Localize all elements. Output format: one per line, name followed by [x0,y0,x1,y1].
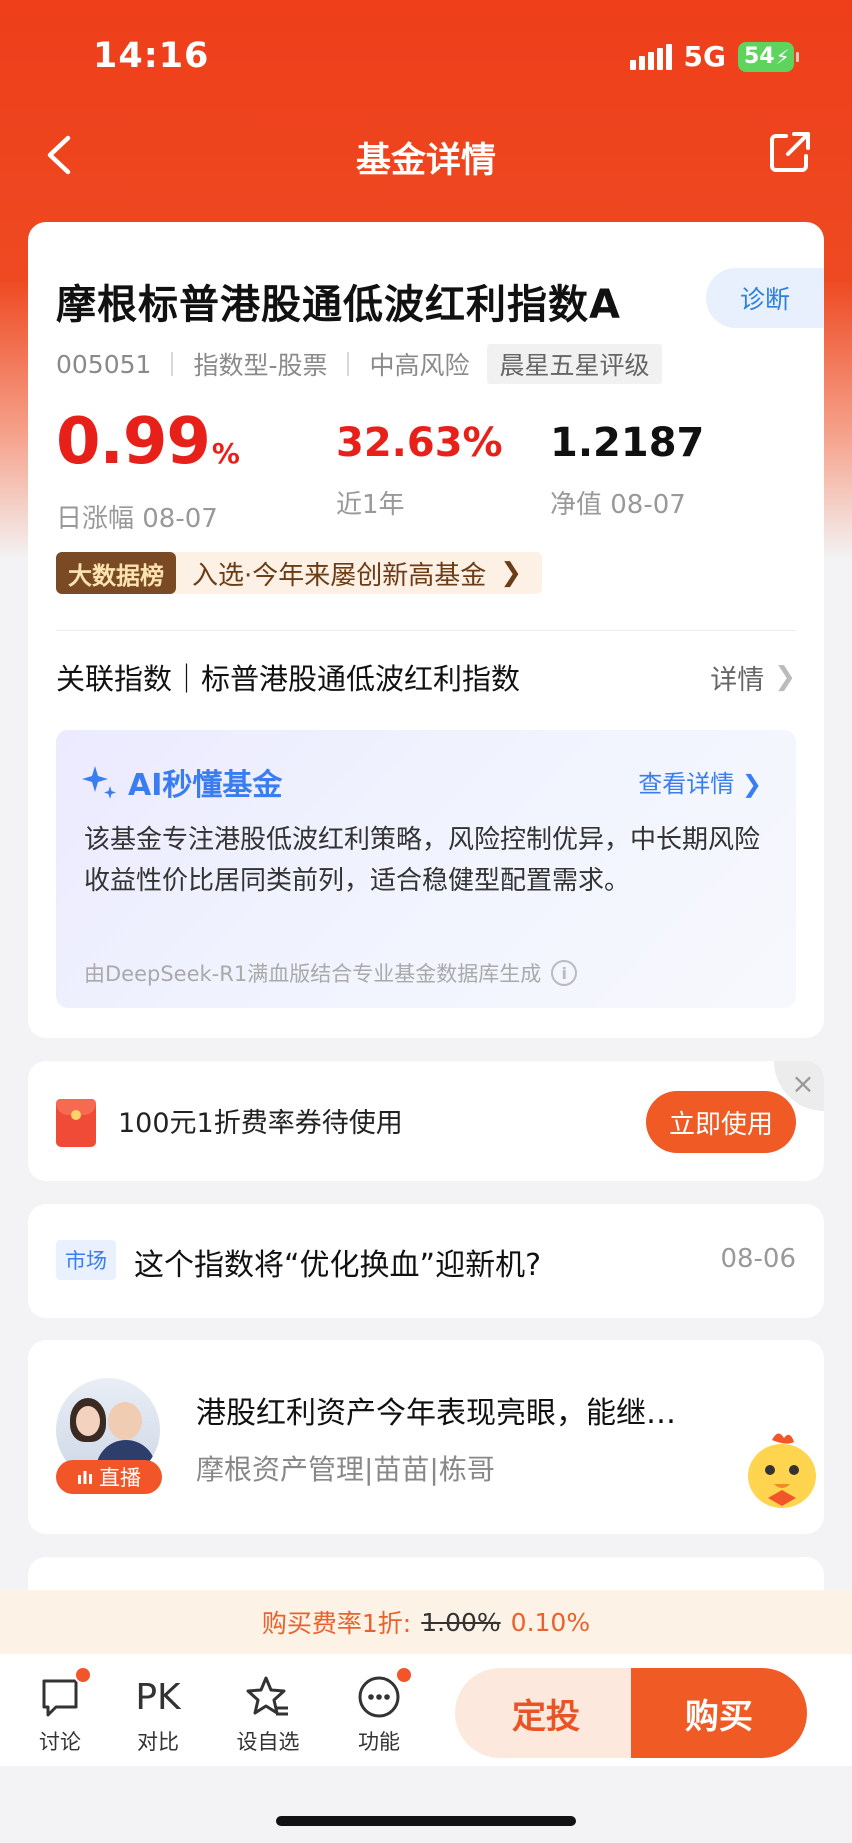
ai-view-details-label: 查看详情 [638,770,735,798]
live-badge-label: 直播 [99,1466,141,1490]
divider [347,352,350,376]
news-card[interactable]: 市场 这个指数将“优化换血”迎新机? 08-06 [28,1204,824,1318]
new-fee-rate: 0.10% [510,1607,591,1637]
fund-code: 005051 [56,349,152,379]
functions-button[interactable]: 功能 [339,1666,419,1756]
ai-header: AI秒懂基金 [80,760,282,804]
live-bars-icon [78,1471,92,1484]
nav-label: 净值 08-07 [550,490,686,520]
one-year-label: 近1年 [336,490,405,520]
ai-footnote: 由DeepSeek-R1满血版结合专业基金数据库生成 [84,962,542,986]
watchlist-label: 设自选 [236,1730,300,1754]
divider [171,352,174,376]
battery-icon: 54 ⚡ [738,41,799,72]
info-icon[interactable]: i [551,960,578,986]
fund-stats: 0.99% 日涨幅 08-07 32.63% 近1年 1.2187 净值 08-… [56,410,796,534]
coupon-card: 100元1折费率券待使用 立即使用 × [28,1061,824,1181]
stat-daily-change: 0.99% 日涨幅 08-07 [56,410,240,535]
ai-title: AI秒懂基金 [128,768,283,803]
nav-value: 1.2187 [550,420,705,466]
daily-change-label: 日涨幅 08-07 [56,504,218,534]
sparkle-icon [82,766,116,799]
share-icon[interactable] [766,128,814,176]
notification-dot [74,1666,92,1684]
more-icon [358,1676,400,1718]
fund-risk: 中高风险 [369,351,470,380]
notification-dot [395,1666,413,1684]
coupon-text: 100元1折费率券待使用 [118,1108,403,1139]
battery-level: 54 [744,44,775,69]
ranking-text: 入选·今年来屡创新高基金 [192,560,487,591]
fund-meta: 005051 指数型-股票 中高风险 晨星五星评级 [56,344,662,384]
live-subtitle: 摩根资产管理|苗苗|栋哥 [196,1453,495,1486]
fund-rating-badge: 晨星五星评级 [487,344,662,384]
chevron-right-icon: ❯ [500,558,523,588]
old-fee-rate: 1.00% [421,1607,501,1637]
star-icon [246,1676,288,1716]
diagnose-button[interactable]: 诊断 [706,268,824,328]
add-watchlist-button[interactable]: 设自选 [228,1672,308,1756]
status-time: 14:16 [93,36,210,76]
chevron-right-icon: ❯ [774,662,796,692]
bottom-safe-area [0,1766,852,1843]
compare-label: 对比 [137,1730,179,1754]
ai-description: 该基金专注港股低波红利策略，风险控制优异，中长期风险收益性价比居同类前列，适合稳… [84,825,761,896]
ai-footnote-row: 由DeepSeek-R1满血版结合专业基金数据库生成 i [84,958,578,988]
use-coupon-button[interactable]: 立即使用 [646,1091,796,1153]
stat-nav: 1.2187 净值 08-07 [550,420,704,521]
fund-summary-card: 摩根标普港股通低波红利指数A 诊断 005051 指数型-股票 中高风险 晨星五… [28,222,824,1038]
fund-type: 指数型-股票 [193,351,328,380]
ranking-banner[interactable]: 大数据榜 入选·今年来屡创新高基金 ❯ [56,552,543,594]
buy-button[interactable]: 购买 [631,1668,807,1758]
home-indicator[interactable] [276,1816,576,1826]
stat-one-year: 32.63% 近1年 [336,420,503,521]
bottom-toolbar: 讨论 PK 对比 设自选 功能 定投 购买 [0,1654,852,1766]
fund-name: 摩根标普港股通低波红利指数A [56,282,621,328]
divider [56,630,796,631]
daily-change-value: 0.99 [56,405,211,479]
nav-bar: 基金详情 [0,110,852,200]
status-indicators: 5G 54 ⚡ [629,40,799,73]
compare-button[interactable]: PK 对比 [118,1672,198,1756]
ai-summary-box: AI秒懂基金 查看详情 ❯ 该基金专注港股低波红利策略，风险控制优异，中长期风险… [56,730,796,1008]
daily-change-unit: % [211,437,240,470]
news-tag: 市场 [56,1240,116,1280]
fee-prefix: 购买费率1折: [261,1609,412,1638]
status-bar: 14:16 5G 54 ⚡ [0,0,852,110]
chevron-right-icon: ❯ [741,770,762,798]
network-label: 5G [683,40,726,73]
discuss-label: 讨论 [39,1730,81,1754]
chat-bubble-icon [42,1679,78,1717]
one-year-value: 32.63% [336,420,503,466]
news-date: 08-06 [720,1244,796,1274]
live-badge: 直播 [56,1460,162,1494]
dingtou-button[interactable]: 定投 [455,1668,637,1758]
red-envelope-icon [56,1099,96,1147]
live-stream-card[interactable]: 直播 港股红利资产今年表现亮眼，能继… 摩根资产管理|苗苗|栋哥 [28,1340,824,1534]
detail-link: 详情 [710,664,765,696]
fee-banner: 购买费率1折: 1.00% 0.10% [0,1590,852,1654]
functions-label: 功能 [358,1730,400,1754]
news-title: 这个指数将“优化换血”迎新机? [134,1248,542,1283]
related-index-label: 关联指数｜标普港股通低波红利指数 [56,662,521,696]
ranking-badge: 大数据榜 [56,552,176,594]
signal-icon [629,43,672,70]
page-title: 基金详情 [355,141,496,181]
discuss-button[interactable]: 讨论 [20,1666,100,1756]
related-index-row[interactable]: 关联指数｜标普港股通低波红利指数 详情 ❯ [56,642,796,712]
related-index-detail[interactable]: 详情 ❯ [710,658,796,697]
live-title: 港股红利资产今年表现亮眼，能继… [196,1396,676,1431]
ai-view-details-link[interactable]: 查看详情 ❯ [638,764,762,799]
mascot-icon[interactable] [738,1426,824,1514]
pk-icon: PK [135,1676,181,1718]
